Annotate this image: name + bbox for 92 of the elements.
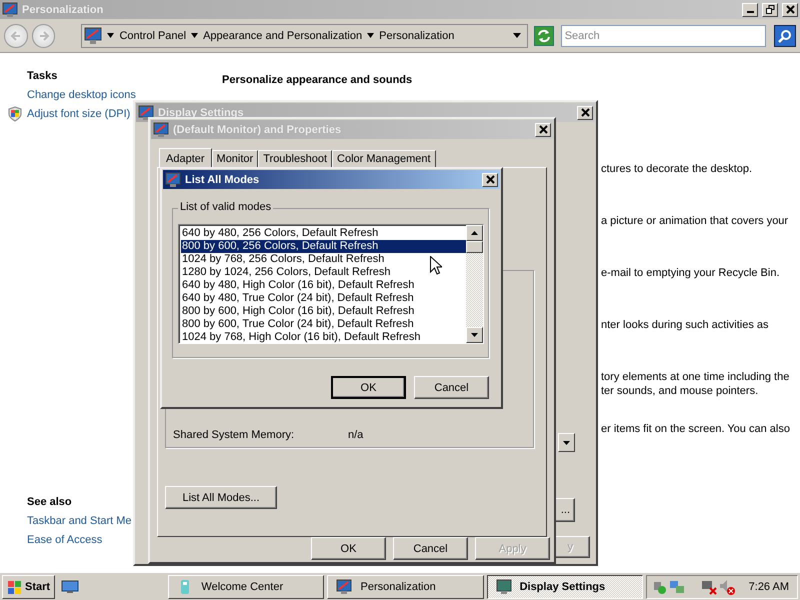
close-icon [538, 125, 548, 134]
see-also-link[interactable]: Ease of Access [27, 534, 102, 546]
description-text: nter looks during such activities as [601, 318, 770, 332]
network-icon [668, 578, 685, 594]
windows-logo-icon [7, 578, 23, 594]
section-heading: Tasks [26, 70, 58, 82]
list-item[interactable]: 640 by 480, 256 Colors, Default Refresh [181, 227, 466, 240]
dialog-button[interactable]: Cancel [393, 537, 468, 560]
caret-icon [191, 33, 198, 38]
monitor-icon [336, 578, 352, 594]
monitor-icon [138, 104, 154, 120]
list-item[interactable]: 640 by 480, True Color (24 bit), Default Refresh [181, 292, 466, 305]
address-bar[interactable]: Control Panel Appearance and Personalization Personalization [81, 24, 528, 48]
window-title: List All Modes [185, 174, 260, 186]
clock: 7:26 AM [748, 580, 789, 592]
description-text: tory elements at one time including the [601, 370, 790, 384]
description-text: ctures to decorate the desktop. [601, 162, 754, 176]
page-heading: Personalize appearance and sounds [222, 74, 414, 86]
dropdown[interactable] [558, 433, 575, 452]
list-item[interactable]: 800 by 600, True Color (24 bit), Default Refresh [181, 318, 466, 331]
caret-icon [107, 33, 114, 38]
info-label: Shared System Memory: [173, 429, 296, 441]
restore-button[interactable] [762, 2, 778, 16]
tab[interactable]: Troubleshoot [258, 150, 332, 167]
list-item[interactable]: 1280 by 1024, 256 Colors, Default Refresh [181, 266, 466, 279]
description-text: a picture or animation that covers your [601, 214, 790, 228]
scroll-up-button[interactable] [466, 225, 483, 241]
network-error-icon [700, 578, 717, 594]
tab[interactable]: Adapter [159, 148, 212, 168]
dialog-button[interactable]: OK [331, 376, 406, 399]
dropdown-caret-icon [512, 33, 521, 38]
scroll-down-icon [471, 333, 478, 337]
description-text: ter sounds, and mouse pointers. [601, 384, 760, 398]
desktop-icon [60, 580, 79, 594]
scroll-down-button[interactable] [466, 327, 483, 343]
dialog-button[interactable]: Cancel [414, 376, 489, 399]
scroll-up-icon [471, 231, 478, 235]
dialog-button[interactable]: OK [311, 537, 386, 560]
taskbar-button[interactable]: Personalization [327, 574, 484, 598]
start-button[interactable]: Start [2, 574, 56, 598]
task-link[interactable]: Change desktop icons [27, 89, 136, 101]
monitor-icon [2, 2, 18, 18]
breadcrumb[interactable]: Appearance and Personalization [203, 30, 362, 42]
window-title: Display Settings [158, 106, 244, 118]
info-value: n/a [348, 429, 364, 441]
monitor-icon [84, 26, 102, 44]
monitor-icon [496, 578, 512, 594]
refresh-button[interactable] [534, 26, 554, 46]
close-button[interactable] [577, 106, 593, 120]
scrollbar-thumb[interactable] [466, 241, 483, 253]
list-item[interactable]: 1024 by 768, 256 Colors, Default Refresh [181, 253, 466, 266]
window-title: Personalization [22, 4, 104, 16]
search-icon [778, 28, 792, 42]
refresh-arrows-icon [536, 28, 551, 42]
tab[interactable]: Monitor [212, 150, 258, 167]
close-button[interactable] [482, 172, 498, 186]
monitor-icon [153, 122, 169, 138]
dropdown-caret-icon [563, 440, 570, 444]
close-button[interactable] [535, 122, 551, 136]
taskbar-button[interactable]: Display Settings [486, 574, 643, 598]
taskbar-button[interactable]: Welcome Center [168, 574, 324, 598]
back-arrow-icon [10, 30, 22, 42]
restore-icon [766, 5, 774, 14]
close-button[interactable] [782, 2, 798, 16]
search-field[interactable]: Search [560, 24, 766, 46]
search-button[interactable] [774, 24, 796, 46]
description-text: er items fit on the screen. You can also [601, 422, 791, 436]
list-all-modes-button[interactable]: List All Modes... [165, 486, 277, 509]
list-item[interactable]: 1024 by 768, High Color (16 bit), Default Refresh [181, 331, 466, 343]
caret-icon [367, 33, 374, 38]
monitor-icon [165, 172, 181, 188]
list-item[interactable]: 800 by 600, High Color (16 bit), Default Refresh [181, 305, 466, 318]
list-item[interactable]: 800 by 600, 256 Colors, Default Refresh [181, 240, 466, 253]
mode-list[interactable] [178, 224, 484, 344]
tab[interactable]: Color Management [332, 150, 436, 167]
close-icon [580, 108, 590, 117]
forward-arrow-icon [38, 30, 50, 42]
list-item[interactable]: 640 by 480, High Color (16 bit), Default Refresh [181, 279, 466, 292]
close-icon [786, 5, 794, 14]
breadcrumb[interactable]: Control Panel [119, 30, 186, 42]
section-heading: See also [26, 496, 72, 508]
see-also-link[interactable]: Taskbar and Start Me [27, 515, 132, 527]
close-icon [486, 175, 494, 184]
minimize-button[interactable] [742, 2, 758, 16]
scrollbar[interactable] [466, 225, 483, 343]
window-title: (Default Monitor) and Properties [173, 124, 342, 136]
task-link[interactable]: Adjust font size (DPI) [27, 108, 130, 120]
group-label: List of valid modes [178, 201, 274, 213]
mouse-pointer-icon [430, 256, 442, 275]
description-text: e-mail to emptying your Recycle Bin. [601, 266, 781, 280]
speaker-muted-icon [718, 578, 735, 594]
breadcrumb[interactable]: Personalization [379, 30, 454, 42]
